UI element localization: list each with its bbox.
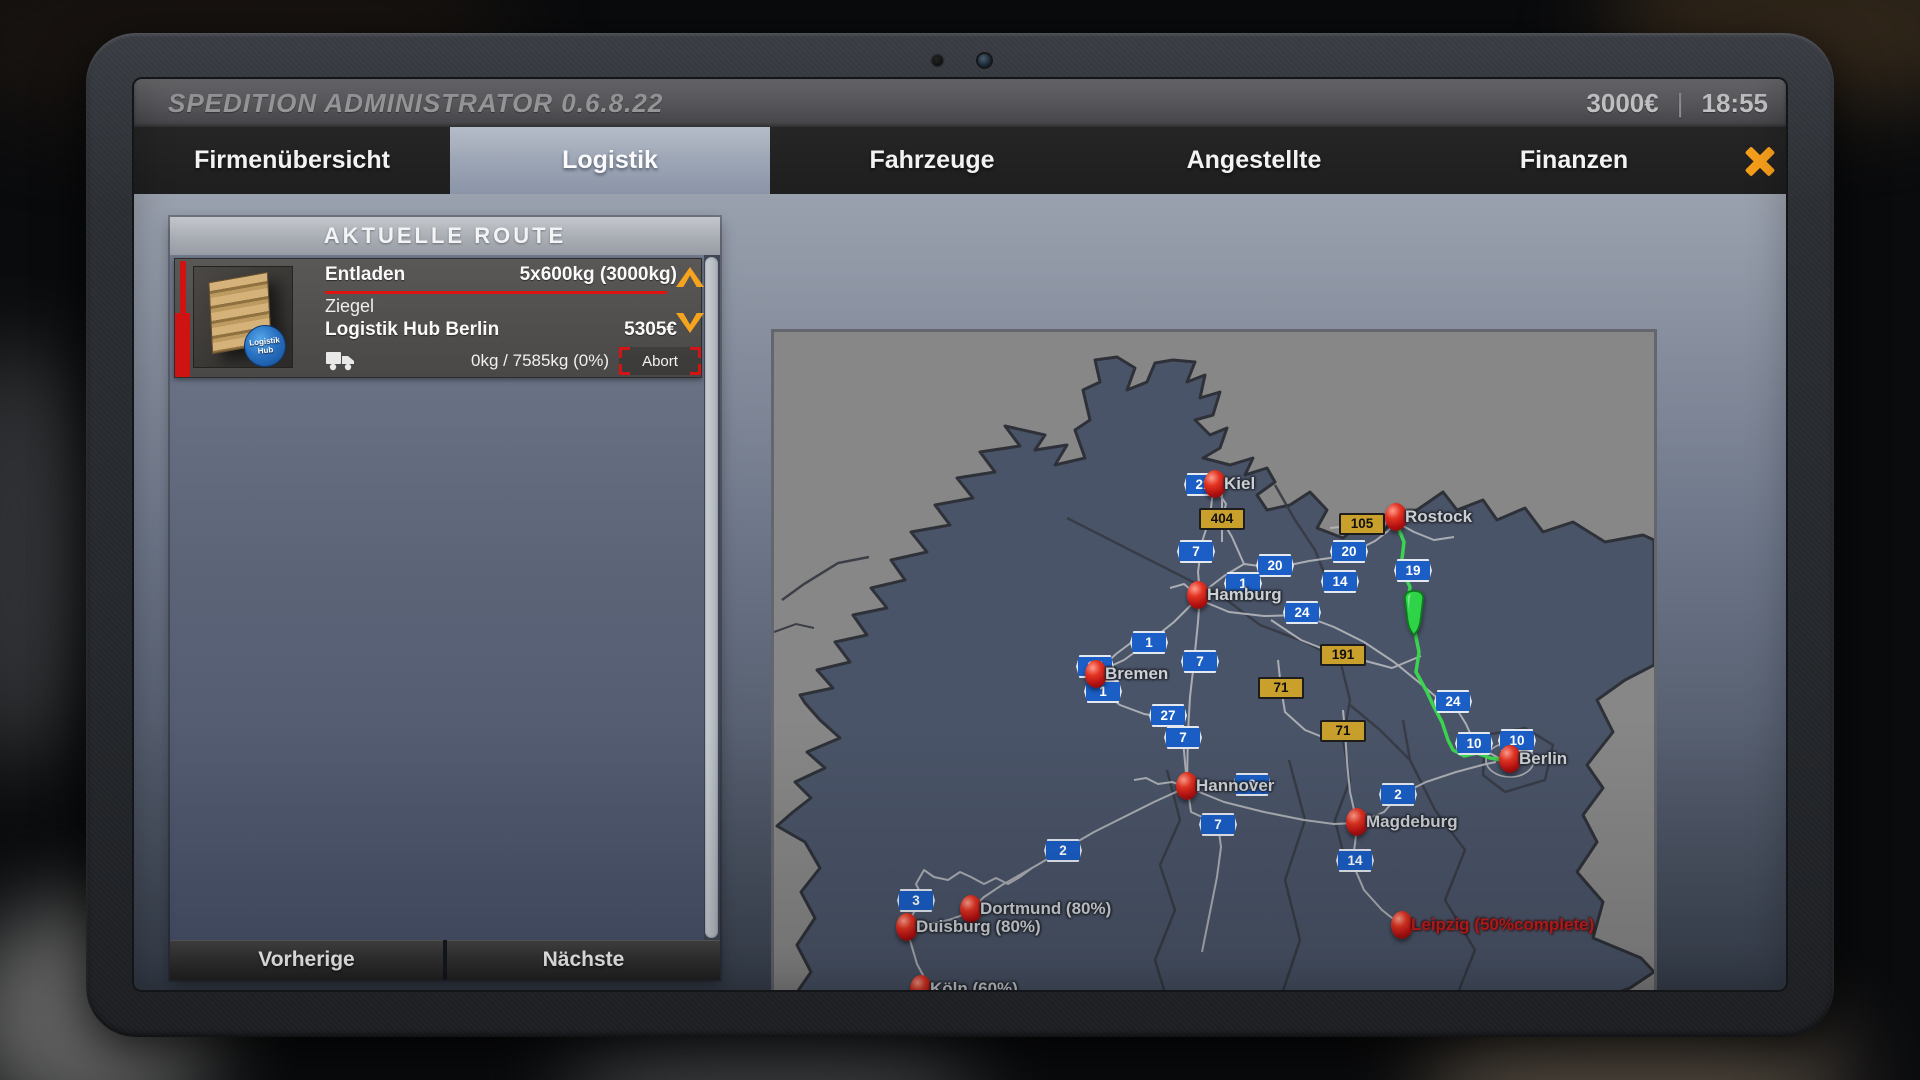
pager-buttons: Vorherige Nächste [170, 940, 720, 980]
background-blur [0, 340, 100, 770]
tab-firmenuebersicht[interactable]: Firmenübersicht [134, 127, 450, 194]
tab-bar: Firmenübersicht Logistik Fahrzeuge Anges… [134, 127, 1786, 194]
city-label: Magdeburg [1366, 812, 1458, 832]
city-label: Hannover [1196, 776, 1274, 796]
bundesstrasse-sign: 191 [1320, 644, 1366, 666]
autobahn-sign: 7 [1177, 540, 1215, 563]
scrollbar-thumb[interactable] [705, 257, 718, 938]
route-row-action: Entladen 5x600kg (3000kg) [325, 264, 677, 286]
chevron-down-icon[interactable] [676, 313, 704, 333]
previous-button[interactable]: Vorherige [170, 940, 443, 980]
route-list-panel: AKTUELLE ROUTE Logistik Hub [170, 217, 720, 980]
route-progress-bar-fill [175, 313, 190, 377]
tab-angestellte[interactable]: Angestellte [1094, 127, 1414, 194]
autobahn-sign: 20 [1330, 540, 1368, 563]
route-row-load: 0kg / 7585kg (0%) Abort [325, 346, 701, 376]
map-pin-icon[interactable] [1085, 660, 1107, 688]
city-label: Berlin [1519, 749, 1567, 769]
tab-fahrzeuge[interactable]: Fahrzeuge [770, 127, 1094, 194]
clock-value: 18:55 [1702, 88, 1769, 119]
autobahn-sign: 7 [1164, 726, 1202, 749]
status-separator: | [1677, 88, 1684, 119]
city-label: Kiel [1224, 474, 1255, 494]
map-pin-icon[interactable] [1391, 911, 1413, 939]
panel-title: AKTUELLE ROUTE [170, 217, 720, 255]
map-pin-icon[interactable] [1385, 503, 1407, 531]
autobahn-sign: 3 [897, 889, 935, 912]
abort-button[interactable]: Abort [619, 347, 701, 375]
title-bar: SPEDITION ADMINISTRATOR 0.6.8.22 3000€ |… [134, 79, 1786, 127]
scrollbar-track[interactable] [704, 255, 720, 940]
action-underline [325, 291, 667, 294]
app-title: SPEDITION ADMINISTRATOR 0.6.8.22 [168, 88, 663, 119]
autobahn-sign: 20 [1256, 554, 1294, 577]
tab-logistik[interactable]: Logistik [450, 127, 770, 194]
status-area: 3000€ | 18:55 [1586, 88, 1768, 119]
truck-position-marker [1403, 590, 1425, 636]
action-label: Entladen [325, 264, 405, 286]
autobahn-sign: 2 [1379, 783, 1417, 806]
autobahn-sign: 27 [1149, 704, 1187, 727]
map-pin-icon[interactable] [1187, 581, 1209, 609]
autobahn-sign: 7 [1199, 813, 1237, 836]
camera-lens-icon [978, 54, 991, 67]
bundesstrasse-sign: 71 [1320, 720, 1366, 742]
close-x-icon [1742, 143, 1778, 179]
autobahn-sign: 1 [1130, 631, 1168, 654]
route-row-destination: Logistik Hub Berlin 5305€ [325, 319, 677, 341]
load-status: 0kg / 7585kg (0%) [357, 351, 619, 371]
route-card[interactable]: Logistik Hub Entladen 5x600kg (3000kg) Z… [174, 258, 702, 378]
bundesstrasse-sign: 404 [1199, 508, 1245, 530]
autobahn-sign: 24 [1283, 601, 1321, 624]
price-value: 5305€ [624, 319, 677, 341]
tab-finanzen[interactable]: Finanzen [1414, 127, 1734, 194]
destination-label: Logistik Hub Berlin [325, 319, 499, 341]
chevron-up-icon[interactable] [676, 267, 704, 287]
city-label: Rostock [1405, 507, 1472, 527]
city-label: Bremen [1105, 664, 1168, 684]
cargo-thumbnail: Logistik Hub [193, 266, 293, 368]
map-pin-icon[interactable] [1346, 808, 1368, 836]
autobahn-sign: 14 [1321, 570, 1359, 593]
truck-icon [325, 350, 357, 372]
route-list: Logistik Hub Entladen 5x600kg (3000kg) Z… [170, 255, 720, 940]
city-label: Leipzig (50%complete) [1411, 915, 1594, 935]
close-button[interactable] [1734, 127, 1786, 194]
autobahn-sign: 7 [1181, 650, 1219, 673]
autobahn-sign: 24 [1434, 690, 1472, 713]
quantity-value: 5x600kg (3000kg) [520, 264, 677, 286]
autobahn-sign: 10 [1455, 732, 1493, 755]
germany-map[interactable]: 2172020114192412771277241010227214340410… [771, 329, 1657, 992]
cargo-name: Ziegel [325, 296, 374, 317]
autobahn-sign: 2 [1044, 839, 1082, 862]
camera-sensor-icon [932, 55, 943, 66]
city-label: Köln (60%) [930, 979, 1018, 992]
screenshot-stage: SPEDITION ADMINISTRATOR 0.6.8.22 3000€ |… [0, 0, 1920, 1080]
bundesstrasse-sign: 105 [1339, 513, 1385, 535]
city-label: Dortmund (80%) [980, 899, 1111, 919]
tablet-screen: SPEDITION ADMINISTRATOR 0.6.8.22 3000€ |… [132, 77, 1788, 992]
money-value: 3000€ [1586, 88, 1658, 119]
map-pin-icon[interactable] [1176, 772, 1198, 800]
autobahn-sign: 14 [1336, 849, 1374, 872]
route-progress-bar [180, 261, 186, 313]
bundesstrasse-sign: 71 [1258, 677, 1304, 699]
map-pin-icon[interactable] [1204, 470, 1226, 498]
map-pin-icon[interactable] [1499, 745, 1521, 773]
city-label: Duisburg (80%) [916, 917, 1041, 937]
map-pin-icon[interactable] [896, 913, 918, 941]
next-button[interactable]: Nächste [447, 940, 720, 980]
content-area: AKTUELLE ROUTE Logistik Hub [134, 194, 1788, 992]
autobahn-sign: 19 [1394, 559, 1432, 582]
city-label: Hamburg [1207, 585, 1282, 605]
